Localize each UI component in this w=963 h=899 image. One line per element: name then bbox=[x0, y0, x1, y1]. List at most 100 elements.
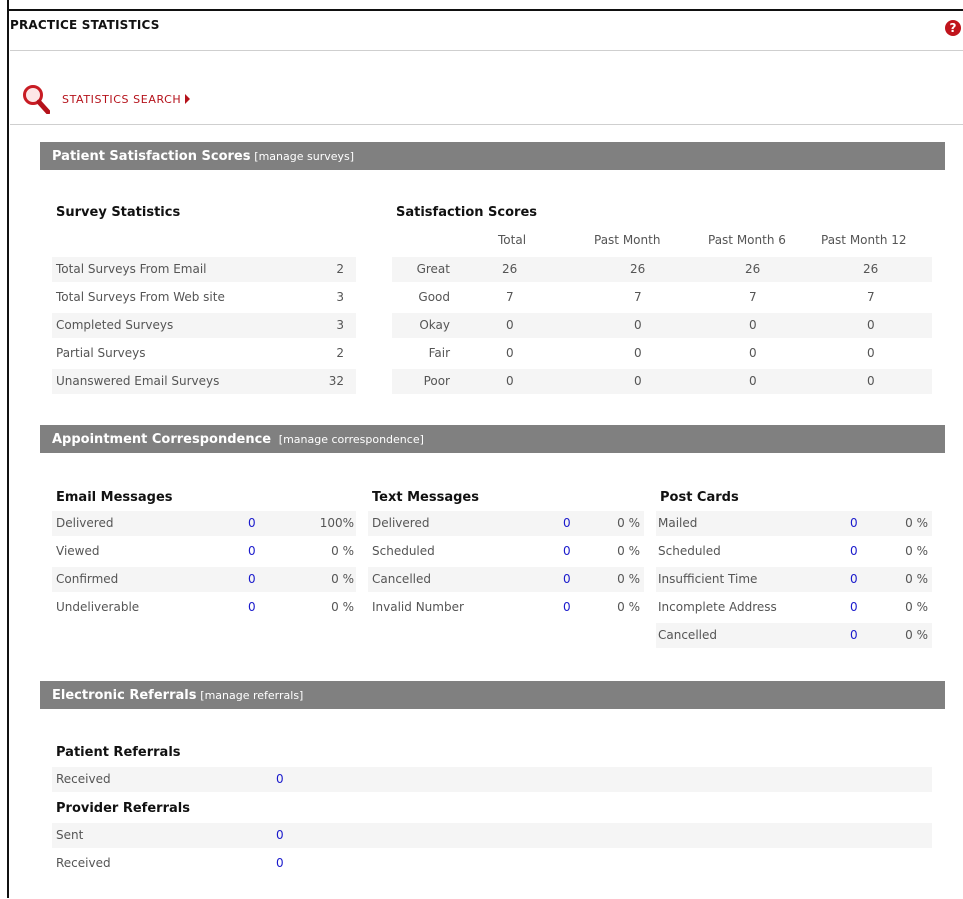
score-label: Fair bbox=[428, 346, 450, 360]
score-row: Good 7 7 7 7 bbox=[392, 285, 932, 310]
text-row-label: Cancelled bbox=[372, 572, 431, 586]
referrals-section-title: Electronic Referrals bbox=[52, 688, 197, 703]
text-row: Cancelled 0 0 % bbox=[368, 567, 644, 592]
post-row-count[interactable]: 0 bbox=[850, 623, 858, 648]
referral-row-value[interactable]: 0 bbox=[276, 851, 284, 876]
score-past-month-6: 0 bbox=[749, 318, 757, 332]
email-row-count[interactable]: 0 bbox=[248, 511, 256, 536]
survey-stat-row: Completed Surveys 3 bbox=[52, 313, 356, 338]
email-row-count[interactable]: 0 bbox=[248, 595, 256, 620]
post-row-count[interactable]: 0 bbox=[850, 595, 858, 620]
text-row-count[interactable]: 0 bbox=[563, 539, 571, 564]
page-title: PRACTICE STATISTICS bbox=[10, 18, 160, 32]
survey-statistics-heading: Survey Statistics bbox=[56, 205, 181, 220]
score-label: Great bbox=[416, 262, 450, 276]
email-row-pct: 0 % bbox=[331, 572, 354, 586]
post-row-count[interactable]: 0 bbox=[850, 567, 858, 592]
email-row: Confirmed 0 0 % bbox=[52, 567, 356, 592]
page-top-border bbox=[7, 9, 963, 11]
email-row: Undeliverable 0 0 % bbox=[52, 595, 356, 620]
survey-stat-label: Total Surveys From Web site bbox=[56, 290, 225, 304]
text-row: Scheduled 0 0 % bbox=[368, 539, 644, 564]
email-row-pct: 0 % bbox=[331, 600, 354, 614]
survey-stat-row: Partial Surveys 2 bbox=[52, 341, 356, 366]
post-cards-heading: Post Cards bbox=[660, 490, 739, 505]
score-label: Poor bbox=[423, 374, 450, 388]
arrow-right-icon bbox=[185, 94, 191, 104]
score-past-month-6: 0 bbox=[749, 374, 757, 388]
page-left-border bbox=[7, 0, 9, 898]
score-col-past-month: Past Month bbox=[594, 233, 661, 247]
score-past-month-6: 26 bbox=[745, 262, 761, 276]
email-row-pct: 0 % bbox=[331, 544, 354, 558]
text-row-label: Scheduled bbox=[372, 544, 435, 558]
score-total: 0 bbox=[506, 374, 514, 388]
score-label: Okay bbox=[419, 318, 450, 332]
email-row-label: Confirmed bbox=[56, 572, 119, 586]
text-row: Invalid Number 0 0 % bbox=[368, 595, 644, 620]
provider-referrals-heading: Provider Referrals bbox=[56, 801, 190, 816]
post-row-count[interactable]: 0 bbox=[850, 511, 858, 536]
score-total: 0 bbox=[506, 318, 514, 332]
provider-referral-row: Sent 0 bbox=[52, 823, 932, 848]
email-row-count[interactable]: 0 bbox=[248, 539, 256, 564]
manage-referrals-link[interactable]: [manage referrals] bbox=[200, 689, 303, 702]
text-row-count[interactable]: 0 bbox=[563, 511, 571, 536]
survey-stat-label: Total Surveys From Email bbox=[56, 262, 207, 276]
text-row-pct: 0 % bbox=[617, 544, 640, 558]
post-row-pct: 0 % bbox=[905, 600, 928, 614]
manage-surveys-link[interactable]: [manage surveys] bbox=[254, 150, 354, 163]
post-row-label: Cancelled bbox=[658, 628, 717, 642]
email-messages-heading: Email Messages bbox=[56, 490, 173, 505]
score-row: Great 26 26 26 26 bbox=[392, 257, 932, 282]
post-row-label: Insufficient Time bbox=[658, 572, 758, 586]
magnifier-icon[interactable] bbox=[22, 84, 50, 114]
score-past-month: 0 bbox=[634, 346, 642, 360]
text-row-count[interactable]: 0 bbox=[563, 567, 571, 592]
satisfaction-scores-heading: Satisfaction Scores bbox=[396, 205, 538, 220]
post-row-pct: 0 % bbox=[905, 516, 928, 530]
score-past-month-6: 0 bbox=[749, 346, 757, 360]
score-past-month-12: 26 bbox=[863, 262, 879, 276]
post-row-count[interactable]: 0 bbox=[850, 539, 858, 564]
text-row: Delivered 0 0 % bbox=[368, 511, 644, 536]
referrals-section-bar: Electronic Referrals [manage referrals] bbox=[40, 681, 945, 709]
email-row: Delivered 0 100% bbox=[52, 511, 356, 536]
score-past-month-12: 7 bbox=[867, 290, 875, 304]
referral-row-value[interactable]: 0 bbox=[276, 823, 284, 848]
post-row: Scheduled 0 0 % bbox=[656, 539, 932, 564]
email-row-pct: 100% bbox=[319, 516, 354, 530]
email-row-count[interactable]: 0 bbox=[248, 567, 256, 592]
score-past-month: 0 bbox=[634, 374, 642, 388]
statistics-search-link[interactable]: STATISTICS SEARCH bbox=[62, 93, 191, 106]
score-col-past-month-12: Past Month 12 bbox=[821, 233, 907, 247]
post-row: Mailed 0 0 % bbox=[656, 511, 932, 536]
score-label: Good bbox=[418, 290, 450, 304]
text-row-pct: 0 % bbox=[617, 572, 640, 586]
post-row-label: Scheduled bbox=[658, 544, 721, 558]
email-row-label: Viewed bbox=[56, 544, 100, 558]
post-row-label: Incomplete Address bbox=[658, 600, 777, 614]
statistics-search-label: STATISTICS SEARCH bbox=[62, 93, 182, 106]
survey-stat-value: 3 bbox=[336, 290, 344, 304]
score-past-month-12: 0 bbox=[867, 346, 875, 360]
survey-stat-label: Completed Surveys bbox=[56, 318, 174, 332]
referral-row-label: Received bbox=[56, 856, 111, 870]
text-messages-heading: Text Messages bbox=[372, 490, 479, 505]
page-header: PRACTICE STATISTICS ? bbox=[10, 12, 963, 51]
statistics-search-row: STATISTICS SEARCH bbox=[10, 82, 963, 118]
survey-stat-value: 32 bbox=[328, 374, 344, 388]
survey-stat-label: Unanswered Email Surveys bbox=[56, 374, 220, 388]
help-icon[interactable]: ? bbox=[945, 20, 961, 36]
text-row-count[interactable]: 0 bbox=[563, 595, 571, 620]
referral-row-label: Sent bbox=[56, 828, 84, 842]
patient-referrals-heading: Patient Referrals bbox=[56, 745, 181, 760]
manage-correspondence-link[interactable]: [manage correspondence] bbox=[279, 433, 424, 446]
referral-row-value[interactable]: 0 bbox=[276, 767, 284, 792]
correspondence-section-title: Appointment Correspondence bbox=[52, 432, 272, 447]
text-row-pct: 0 % bbox=[617, 600, 640, 614]
score-row: Poor 0 0 0 0 bbox=[392, 369, 932, 394]
score-past-month-12: 0 bbox=[867, 318, 875, 332]
score-past-month-6: 7 bbox=[749, 290, 757, 304]
survey-stat-value: 2 bbox=[336, 346, 344, 360]
